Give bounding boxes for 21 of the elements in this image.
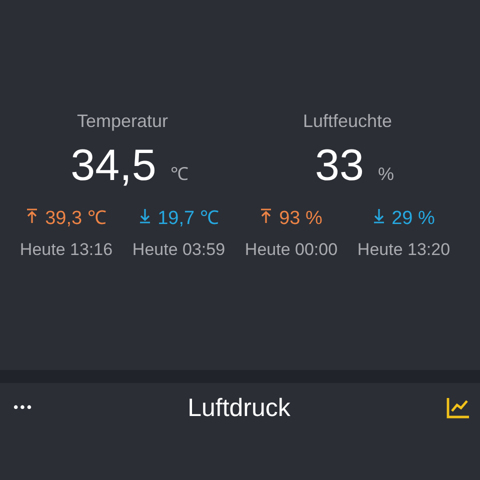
card-title: Luftdruck bbox=[188, 394, 290, 422]
timestamp: Heute 13:16 bbox=[20, 239, 113, 261]
timestamp: Heute 00:00 bbox=[244, 239, 338, 261]
sensor-title: Temperatur bbox=[76, 110, 168, 133]
min-value: 19,7 ℃ bbox=[158, 207, 219, 231]
min-value: 29 % bbox=[392, 207, 435, 231]
sensor-value: 33 bbox=[315, 140, 364, 192]
timestamp: Heute 03:59 bbox=[132, 239, 226, 261]
max-value: 39,3 ℃ bbox=[45, 207, 106, 231]
max-arrow-icon bbox=[260, 208, 272, 224]
min-arrow-icon bbox=[372, 208, 385, 224]
sensor-title: Luftfeuchte bbox=[302, 110, 392, 133]
chart-icon[interactable] bbox=[446, 397, 470, 419]
max-arrow-icon bbox=[26, 208, 38, 224]
timestamp: Heute 13:20 bbox=[357, 239, 450, 261]
sensor-value: 34,5 bbox=[70, 140, 156, 192]
more-button[interactable]: ••• bbox=[12, 400, 32, 416]
unit-label: ℃ bbox=[170, 163, 188, 185]
max-value: 93 % bbox=[279, 207, 322, 231]
unit-label: % bbox=[378, 164, 394, 185]
min-arrow-icon bbox=[138, 208, 151, 224]
